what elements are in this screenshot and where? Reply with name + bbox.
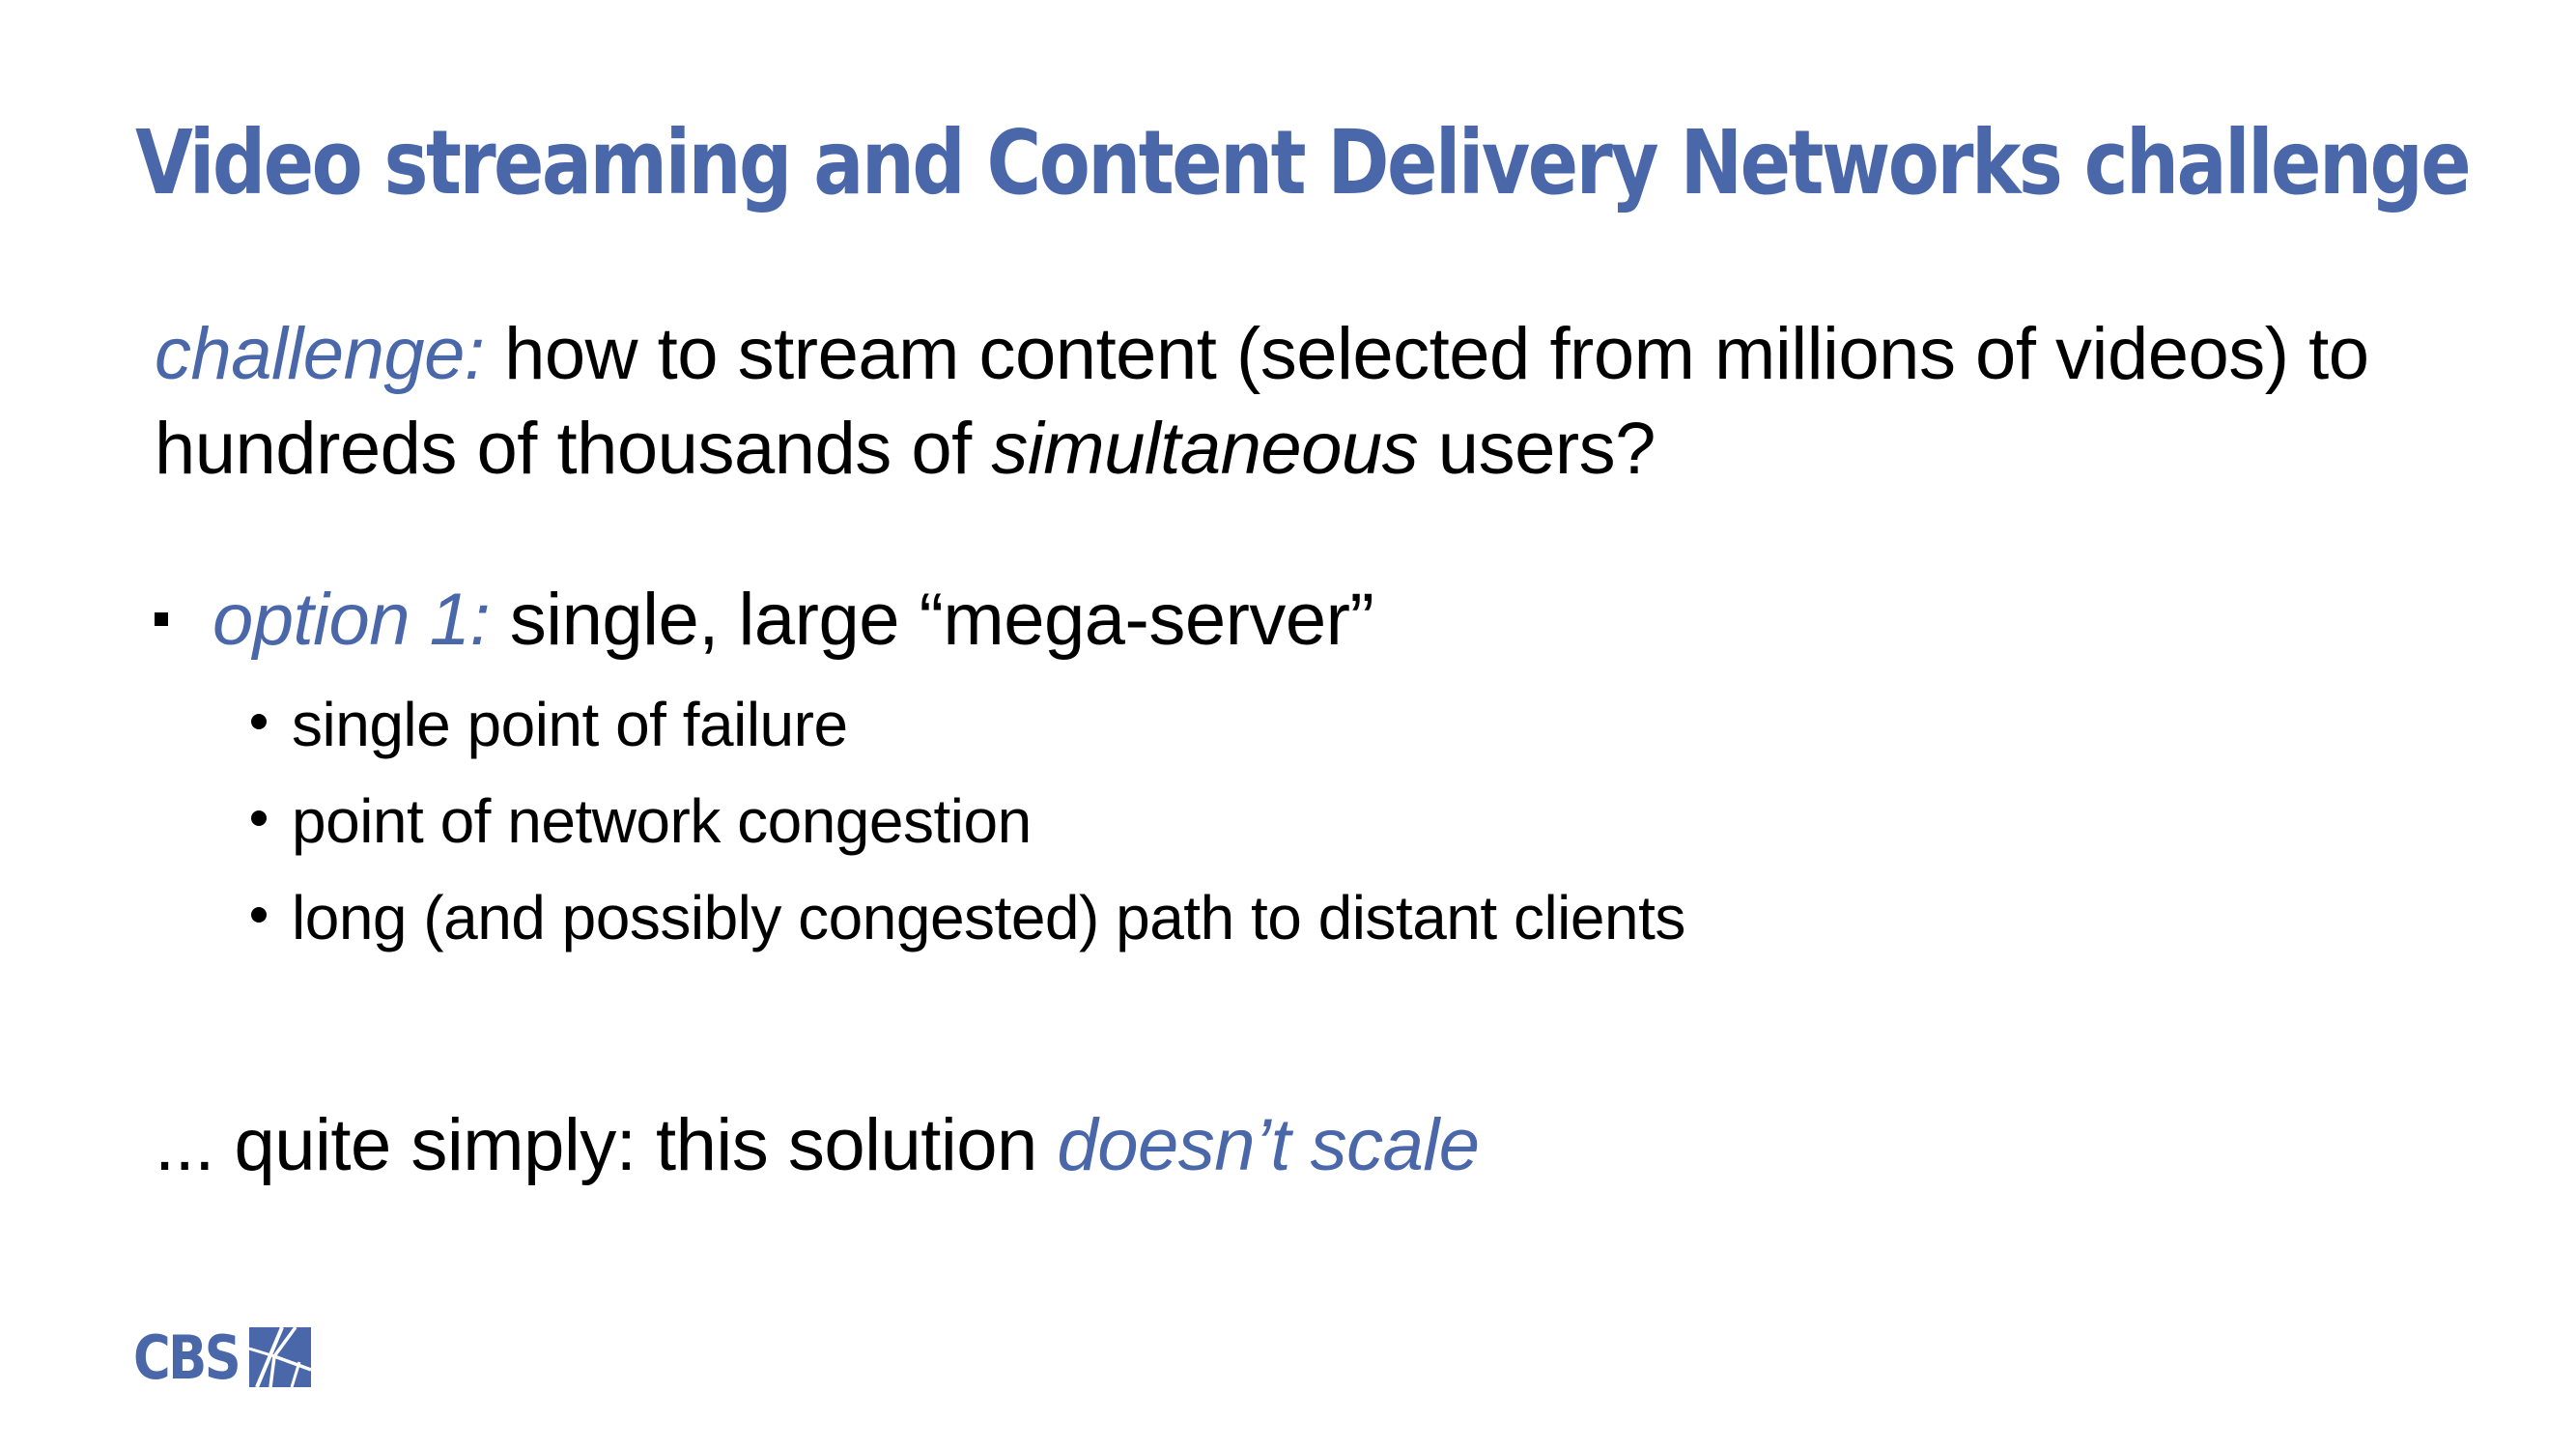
- intro-paragraph: challenge: how to stream content (select…: [155, 307, 2376, 497]
- square-bullet-icon: [155, 611, 168, 626]
- option-bullet: option 1: single, large “mega-server”: [155, 574, 1374, 667]
- cbs-emblem-icon: [249, 1327, 312, 1387]
- conclusion-text: ... quite simply: this solution: [155, 1104, 1058, 1186]
- list-item-text: single point of failure: [292, 690, 848, 759]
- logo-text: CBS: [133, 1321, 241, 1393]
- drawback-list: single point of failure point of network…: [251, 676, 1685, 966]
- bullet-icon: [251, 714, 267, 730]
- list-item-text: long (and possibly congested) path to di…: [292, 883, 1685, 952]
- list-item-text: point of network congestion: [292, 786, 1032, 856]
- intro-text-end: users?: [1418, 408, 1656, 490]
- list-item: long (and possibly congested) path to di…: [251, 869, 1685, 966]
- intro-label: challenge:: [155, 313, 485, 395]
- conclusion-emphasis: doesn’t scale: [1057, 1104, 1480, 1186]
- conclusion: ... quite simply: this solution doesn’t …: [155, 1099, 1480, 1192]
- option-label: option 1:: [212, 579, 491, 661]
- list-item: point of network congestion: [251, 773, 1685, 869]
- intro-emphasis: simultaneous: [991, 408, 1419, 490]
- option-text: single, large “mega-server”: [490, 579, 1374, 661]
- bullet-icon: [251, 907, 267, 923]
- list-item: single point of failure: [251, 676, 1685, 773]
- bullet-icon: [251, 810, 267, 827]
- cbs-logo: CBS: [133, 1321, 312, 1393]
- slide-title: Video streaming and Content Delivery Net…: [135, 111, 2472, 214]
